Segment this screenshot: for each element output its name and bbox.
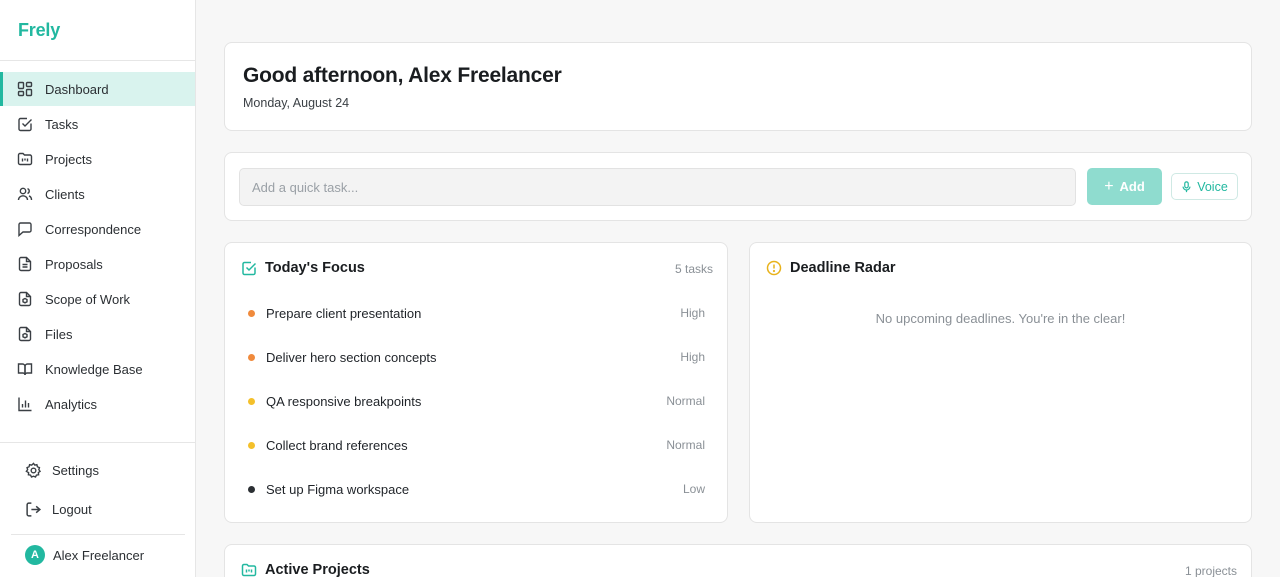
todays-focus-card: Today's Focus 5 tasks Prepare client pre…: [224, 242, 728, 523]
task-count: 5 tasks: [674, 262, 713, 276]
task-priority: Low: [682, 482, 705, 496]
document-icon: [16, 255, 34, 273]
quick-task-card: + Add Voice: [224, 152, 1252, 221]
gear-icon: [24, 461, 42, 479]
active-projects-card: Active Projects 1 projects: [224, 544, 1252, 577]
sidebar-item-clients[interactable]: Clients: [0, 177, 195, 211]
settings-button[interactable]: Settings: [0, 452, 195, 488]
priority-dot: [248, 441, 255, 449]
projects-icon: [241, 562, 257, 577]
quick-task-input[interactable]: [239, 168, 1076, 206]
sidebar-item-label: Analytics: [45, 396, 98, 412]
page-title: Good afternoon, Alex Freelancer: [243, 64, 562, 87]
sidebar-item-correspondence[interactable]: Correspondence: [0, 212, 195, 246]
sidebar-item-proposals[interactable]: Proposals: [0, 247, 195, 281]
voice-label: Voice: [1197, 179, 1228, 194]
sidebar-bottom-nav: Settings Logout: [0, 452, 195, 530]
sidebar-item-knowledge-base[interactable]: Knowledge Base: [0, 352, 195, 386]
projects-header: Active Projects: [241, 562, 370, 577]
task-name: Prepare client presentation: [266, 305, 422, 321]
checkbox-icon: [241, 260, 257, 276]
sidebar-item-analytics[interactable]: Analytics: [0, 387, 195, 421]
microphone-icon: [1181, 180, 1192, 193]
divider: [0, 60, 195, 61]
priority-dot: [248, 353, 255, 361]
plus-icon: +: [1104, 177, 1114, 195]
chat-icon: [16, 220, 34, 238]
task-item[interactable]: QA responsive breakpoints Normal: [248, 391, 705, 411]
tasks-icon: [16, 115, 34, 133]
alert-circle-icon: [766, 260, 782, 276]
user-name: Alex Freelancer: [53, 547, 145, 563]
sidebar-item-label: Dashboard: [45, 81, 109, 97]
radar-title: Deadline Radar: [790, 260, 896, 276]
divider: [0, 442, 195, 443]
task-name: Deliver hero section concepts: [266, 349, 437, 365]
greeting-card: Good afternoon, Alex Freelancer Monday, …: [224, 42, 1252, 131]
task-item[interactable]: Deliver hero section concepts High: [248, 347, 705, 367]
sidebar-item-dashboard[interactable]: Dashboard: [0, 72, 195, 106]
dashboard-icon: [16, 80, 34, 98]
priority-dot: [248, 397, 255, 405]
task-name: Collect brand references: [266, 437, 408, 453]
add-label: Add: [1119, 179, 1145, 194]
empty-state: No upcoming deadlines. You're in the cle…: [875, 311, 1126, 326]
task-name: Set up Figma workspace: [266, 481, 410, 497]
sidebar-item-tasks[interactable]: Tasks: [0, 107, 195, 141]
priority-dot: [248, 485, 255, 493]
logout-icon: [24, 500, 42, 518]
task-item[interactable]: Set up Figma workspace Low: [248, 479, 705, 499]
book-icon: [16, 360, 34, 378]
settings-label: Settings: [52, 462, 99, 478]
sidebar-item-files[interactable]: Files: [0, 317, 195, 351]
radar-header: Deadline Radar: [766, 260, 896, 276]
task-item[interactable]: Collect brand references Normal: [248, 435, 705, 455]
projects-title: Active Projects: [265, 562, 370, 577]
task-item[interactable]: Prepare client presentation High: [248, 303, 705, 323]
logout-button[interactable]: Logout: [0, 491, 195, 527]
focus-header: Today's Focus: [241, 260, 365, 276]
focus-title: Today's Focus: [265, 260, 365, 276]
avatar: A: [25, 545, 45, 565]
task-name: QA responsive breakpoints: [266, 393, 422, 409]
clients-icon: [16, 185, 34, 203]
projects-count: 1 projects: [1184, 564, 1237, 577]
sidebar-item-label: Tasks: [45, 116, 79, 132]
analytics-icon: [16, 395, 34, 413]
sidebar: Frely Dashboard Tasks Projects Clients C…: [0, 0, 196, 577]
sidebar-item-label: Clients: [45, 186, 85, 202]
brand-logo[interactable]: Frely: [18, 20, 60, 41]
sidebar-item-projects[interactable]: Projects: [0, 142, 195, 176]
user-profile[interactable]: A Alex Freelancer: [25, 545, 144, 565]
logout-label: Logout: [52, 501, 92, 517]
voice-button[interactable]: Voice: [1171, 173, 1238, 200]
sidebar-item-scope-of-work[interactable]: Scope of Work: [0, 282, 195, 316]
deadline-radar-card: Deadline Radar No upcoming deadlines. Yo…: [749, 242, 1252, 523]
sidebar-nav: Dashboard Tasks Projects Clients Corresp…: [0, 72, 195, 422]
add-task-button[interactable]: + Add: [1087, 168, 1162, 205]
sidebar-item-label: Proposals: [45, 256, 103, 272]
projects-icon: [16, 150, 34, 168]
sidebar-item-label: Scope of Work: [45, 291, 131, 307]
files-icon: [16, 325, 34, 343]
sidebar-item-label: Knowledge Base: [45, 361, 143, 377]
sidebar-item-label: Files: [45, 326, 73, 342]
task-priority: Normal: [666, 438, 705, 452]
scope-icon: [16, 290, 34, 308]
sidebar-item-label: Correspondence: [45, 221, 142, 237]
task-priority: Normal: [666, 394, 705, 408]
current-date: Monday, August 24: [243, 96, 350, 110]
priority-dot: [248, 309, 255, 317]
task-priority: High: [680, 350, 705, 364]
sidebar-item-label: Projects: [45, 151, 92, 167]
task-priority: High: [680, 306, 705, 320]
divider: [11, 534, 185, 535]
